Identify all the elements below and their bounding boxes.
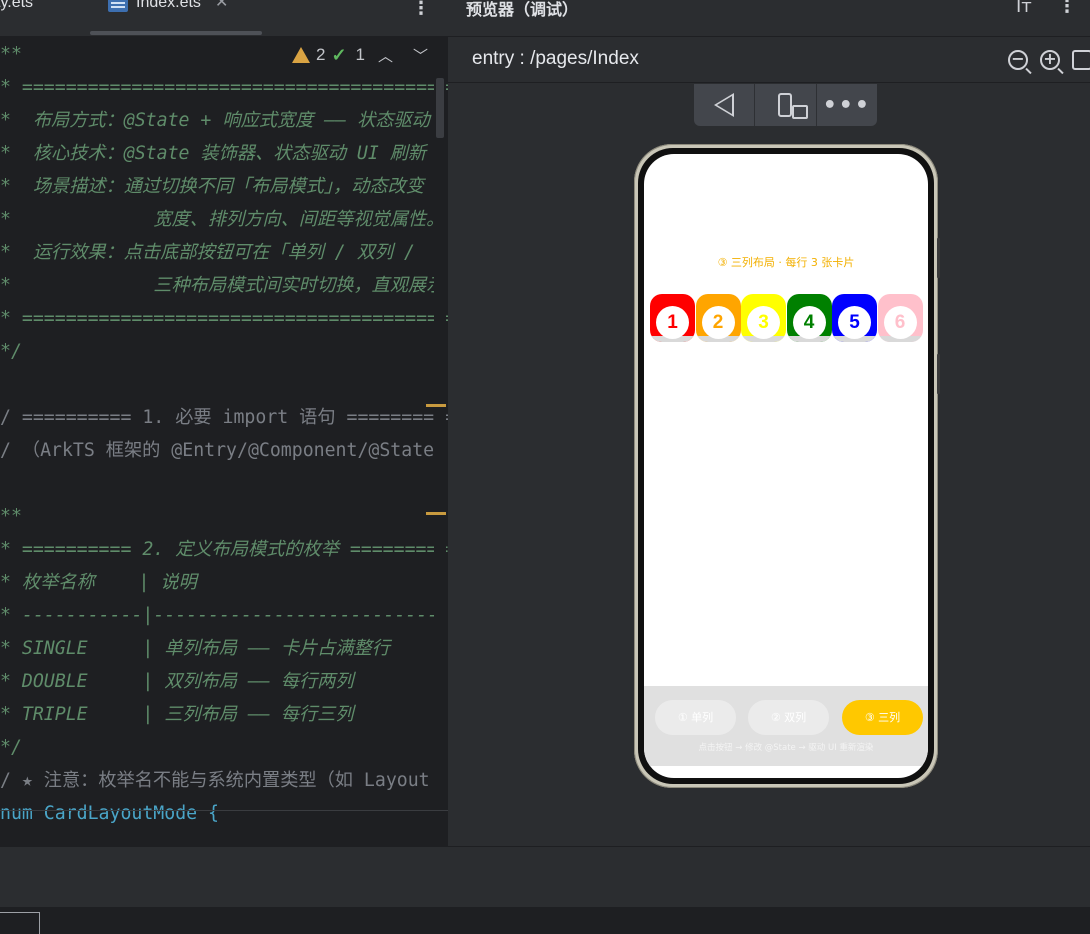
card-1: 1 (650, 294, 695, 342)
divider (448, 82, 1090, 83)
more-vertical-icon[interactable]: ⋮ (1058, 0, 1076, 17)
close-icon[interactable]: ✕ (215, 0, 228, 11)
fit-screen-icon[interactable] (1072, 50, 1090, 70)
code-area[interactable]: ** * ====================================… (0, 36, 448, 824)
active-tab-indicator (90, 31, 262, 35)
previewer-title: 预览器（调试） (466, 0, 579, 19)
card-number: 4 (792, 306, 826, 339)
code-line[interactable]: * 运行效果：点击底部按钮可在「单列 / 双列 / (0, 240, 415, 266)
double-column-button[interactable]: ② 双列 (748, 700, 829, 735)
card-6: 6 (877, 294, 923, 342)
code-line[interactable]: * -----------|--------------------------… (0, 603, 448, 629)
hint-text: 点击按钮 → 修改 @State → 驱动 UI 重新渲染 (698, 743, 874, 753)
rotate-device-icon (778, 93, 809, 119)
code-line[interactable]: * DOUBLE | 双列布局 —— 每行两列 (0, 669, 354, 695)
divider (39, 912, 40, 934)
scrollbar-thumb[interactable] (436, 78, 444, 138)
code-line[interactable]: * 布局方式：@State + 响应式宽度 —— 状态驱动 (0, 108, 430, 134)
code-line[interactable]: * TRIPLE | 三列布局 —— 每行三列 (0, 702, 354, 728)
card-row: 123456 (650, 294, 924, 344)
editor-tab-bar: ty.ets Index.ets ✕ ⋮ (0, 0, 448, 36)
triple-column-button[interactable]: ③ 三列 (842, 700, 923, 735)
code-line[interactable]: / ========== 1. 必要 import 语句 ========== (0, 405, 448, 431)
device-toolbar: ••• (694, 84, 877, 126)
card-number: 5 (838, 306, 871, 339)
divider (0, 912, 40, 913)
code-line[interactable]: / （ArkTS 框架的 @Entry/@Component/@State (0, 438, 434, 464)
device-screen[interactable]: ③ 三列布局 · 每行 3 张卡片 123456 ① 单列 ② 双列 ③ 三列 … (644, 154, 928, 778)
device-bezel: ③ 三列布局 · 每行 3 张卡片 123456 ① 单列 ② 双列 ③ 三列 … (638, 148, 934, 784)
error-stripe-mark[interactable] (426, 512, 446, 515)
code-line[interactable]: / ★ 注意：枚举名不能与系统内置类型（如 Layout (0, 768, 430, 794)
card-number: 2 (701, 306, 735, 339)
code-line[interactable]: * 场景描述：通过切换不同「布局模式」，动态改变 (0, 174, 424, 200)
back-icon (714, 93, 735, 117)
tab-label: ty.ets (0, 0, 34, 11)
code-line[interactable]: * 枚举名称 | 说明 (0, 570, 197, 596)
card-3: 3 (741, 294, 786, 342)
tool-window-area (0, 846, 1090, 908)
code-line[interactable]: */ (0, 735, 22, 761)
divider (0, 810, 448, 811)
status-bar (0, 907, 1090, 934)
code-editor[interactable]: ty.ets Index.ets ✕ ⋮ 2 ✓ 1 ︿ ﹀ *** =====… (0, 0, 448, 846)
code-line[interactable]: */ (0, 339, 22, 365)
code-line[interactable]: ** (0, 42, 22, 68)
code-line[interactable]: * ======================================… (0, 306, 448, 332)
ets-file-icon (108, 0, 128, 12)
card-number: 6 (883, 306, 917, 339)
more-horizontal-icon: ••• (822, 92, 871, 118)
tab-index-ets[interactable]: Index.ets ✕ (108, 0, 228, 32)
rotate-button[interactable] (755, 84, 817, 126)
divider (448, 36, 1090, 37)
code-line[interactable]: * 三种布局模式间实时切换，直观展示 (0, 273, 444, 299)
volume-button (937, 238, 940, 278)
page-route: entry : /pages/Index (472, 48, 639, 69)
zoom-out-icon[interactable]: − (1008, 50, 1028, 70)
code-line[interactable]: * 核心技术：@State 装饰器、状态驱动 UI 刷新 (0, 141, 426, 167)
code-line[interactable]: * SINGLE | 单列布局 —— 卡片占满整行 (0, 636, 390, 662)
tab-label: Index.ets (136, 0, 201, 11)
code-line[interactable]: * ======================================… (0, 75, 448, 101)
text-size-icon[interactable]: Iт (1016, 0, 1032, 17)
single-column-button[interactable]: ① 单列 (655, 700, 736, 735)
error-stripe-mark[interactable] (426, 404, 446, 407)
zoom-in-icon[interactable]: + (1040, 50, 1060, 70)
bottom-control-bar: ① 单列 ② 双列 ③ 三列 点击按钮 → 修改 @State → 驱动 UI … (644, 686, 928, 766)
tab-prev-file[interactable]: ty.ets (0, 0, 33, 32)
vertical-scrollbar[interactable] (434, 78, 446, 808)
card-4: 4 (786, 294, 832, 342)
code-line[interactable]: ** (0, 504, 22, 530)
device-frame: ③ 三列布局 · 每行 3 张卡片 123456 ① 单列 ② 双列 ③ 三列 … (634, 144, 940, 788)
layout-mode-title: ③ 三列布局 · 每行 3 张卡片 (717, 256, 855, 269)
back-button[interactable] (694, 84, 756, 126)
more-button[interactable]: ••• (817, 84, 877, 126)
code-line[interactable]: * 宽度、排列方向、间距等视觉属性。 (0, 207, 444, 233)
more-vertical-icon[interactable]: ⋮ (412, 0, 430, 19)
code-line[interactable]: * ========== 2. 定义布局模式的枚举 ========== (0, 537, 448, 563)
card-5: 5 (832, 294, 877, 342)
card-number: 3 (747, 306, 780, 339)
power-button (937, 354, 940, 394)
card-number: 1 (656, 306, 689, 339)
code-line[interactable]: num CardLayoutMode { (0, 801, 219, 827)
card-2: 2 (695, 294, 741, 342)
previewer-panel: 预览器（调试） Iт ⋮ entry : /pages/Index − + ••… (448, 0, 1090, 846)
